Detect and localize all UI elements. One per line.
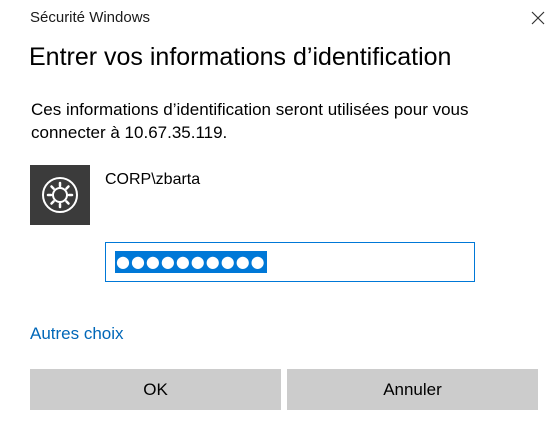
window-title: Sécurité Windows xyxy=(30,9,151,26)
dialog-description: Ces informations d’identification seront… xyxy=(31,100,469,142)
close-icon xyxy=(531,11,545,25)
password-masked-value: ●●●●●●●●●● xyxy=(115,251,267,273)
credential-tile xyxy=(30,165,90,225)
credential-gear-icon xyxy=(42,177,78,213)
ok-button[interactable]: OK xyxy=(30,369,281,410)
dialog-heading: Entrer vos informations d’identification xyxy=(29,43,452,71)
credential-dialog: Sécurité Windows Entrer vos informations… xyxy=(0,0,559,434)
other-choices-link[interactable]: Autres choix xyxy=(30,322,124,346)
password-field[interactable]: ●●●●●●●●●● xyxy=(105,242,475,282)
username-label: CORP\zbarta xyxy=(105,171,201,188)
close-button[interactable] xyxy=(521,4,555,32)
cancel-button[interactable]: Annuler xyxy=(287,369,538,410)
